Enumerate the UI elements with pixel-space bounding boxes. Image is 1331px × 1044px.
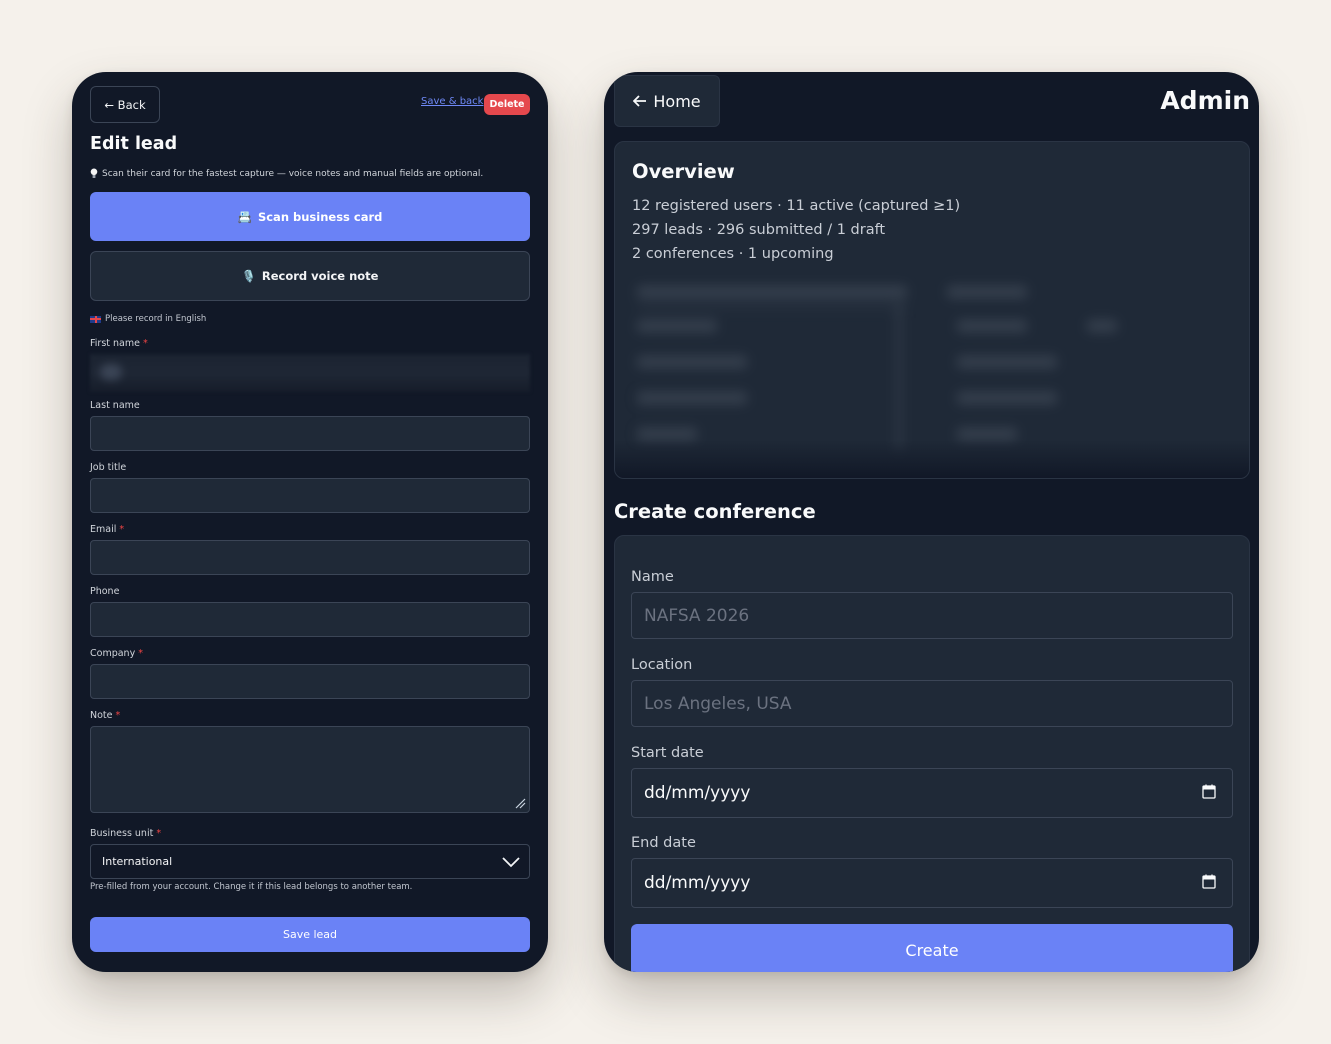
redacted-value [100, 364, 122, 380]
first-name-label: First name * [90, 338, 148, 349]
prefill-hint: Pre-filled from your account. Change it … [90, 882, 413, 892]
location-input[interactable]: Los Angeles, USA [631, 680, 1233, 727]
home-label: Home [653, 91, 701, 111]
page-title: Admin [1160, 86, 1250, 115]
tip-label: Scan their card for the fastest capture … [102, 168, 484, 179]
email-label: Email * [90, 524, 125, 535]
start-date-value: dd/mm/yyyy [644, 783, 751, 803]
create-conference-title: Create conference [614, 500, 816, 523]
overview-title: Overview [632, 160, 735, 183]
start-date-input[interactable]: dd/mm/yyyy [631, 768, 1233, 818]
lightbulb-icon [90, 168, 98, 178]
overview-leads: 297 leads · 296 submitted / 1 draft [632, 222, 886, 238]
overview-conferences: 2 conferences · 1 upcoming [632, 246, 834, 262]
page-title: Edit lead [90, 134, 178, 154]
company-label: Company * [90, 648, 143, 659]
last-name-label: Last name [90, 400, 140, 411]
end-date-value: dd/mm/yyyy [644, 873, 751, 893]
overview-users: 12 registered users · 11 active (capture… [632, 198, 961, 214]
job-title-field[interactable] [90, 478, 530, 513]
record-hint: Please record in English [90, 314, 206, 324]
home-button[interactable]: Home [614, 75, 720, 127]
required-mark: * [115, 710, 121, 721]
voice-label: Record voice note [261, 269, 379, 283]
calendar-icon[interactable] [1202, 784, 1216, 799]
phone-label: Phone [90, 586, 120, 597]
save-and-back-link[interactable]: Save & back [421, 96, 483, 107]
phone-field[interactable] [90, 602, 530, 637]
name-input[interactable]: NAFSA 2026 [631, 592, 1233, 639]
back-label: ← Back [104, 97, 146, 112]
save-lead-button[interactable]: Save lead [90, 917, 530, 952]
edit-lead-screen: ← Back Save & back Delete Edit lead Scan… [72, 72, 548, 972]
admin-screen: Home Admin Overview 12 registered users … [604, 72, 1259, 972]
business-unit-select[interactable]: International [90, 844, 530, 879]
note-textarea[interactable] [90, 726, 530, 813]
overview-fade [615, 440, 1249, 478]
required-mark: * [156, 828, 162, 839]
tip-text: Scan their card for the fastest capture … [90, 168, 483, 179]
name-placeholder: NAFSA 2026 [644, 605, 750, 626]
name-label: Name [631, 569, 674, 585]
company-field[interactable] [90, 664, 530, 699]
note-label: Note * [90, 710, 121, 721]
first-name-field[interactable] [90, 354, 530, 392]
start-date-label: Start date [631, 745, 704, 761]
location-placeholder: Los Angeles, USA [644, 693, 792, 714]
required-mark: * [119, 524, 125, 535]
required-mark: * [138, 648, 143, 659]
record-hint-label: Please record in English [105, 314, 207, 324]
calendar-icon[interactable] [1202, 874, 1216, 889]
resize-grip-icon[interactable] [514, 797, 526, 809]
location-label: Location [631, 657, 693, 673]
job-title-label: Job title [90, 462, 127, 473]
delete-button[interactable]: Delete [484, 94, 530, 115]
required-mark: * [143, 338, 148, 349]
email-field[interactable] [90, 540, 530, 575]
scan-business-card-button[interactable]: 📇 Scan business card [90, 192, 530, 241]
last-name-field[interactable] [90, 416, 530, 451]
record-voice-note-button[interactable]: 🎙️ Record voice note [90, 251, 530, 301]
create-button[interactable]: Create [631, 924, 1233, 972]
business-unit-value: International [102, 855, 173, 868]
back-button[interactable]: ← Back [90, 86, 160, 123]
scan-label: Scan business card [257, 209, 383, 224]
chevron-down-icon [502, 857, 520, 868]
overview-card: Overview 12 registered users · 11 active… [614, 141, 1250, 479]
end-date-input[interactable]: dd/mm/yyyy [631, 858, 1233, 908]
business-unit-label: Business unit * [90, 828, 162, 839]
arrow-left-icon [633, 95, 647, 107]
microphone-icon: 🎙️ [241, 269, 256, 283]
end-date-label: End date [631, 835, 696, 851]
card-icon: 📇 [237, 209, 252, 224]
uk-flag-icon [90, 315, 101, 323]
